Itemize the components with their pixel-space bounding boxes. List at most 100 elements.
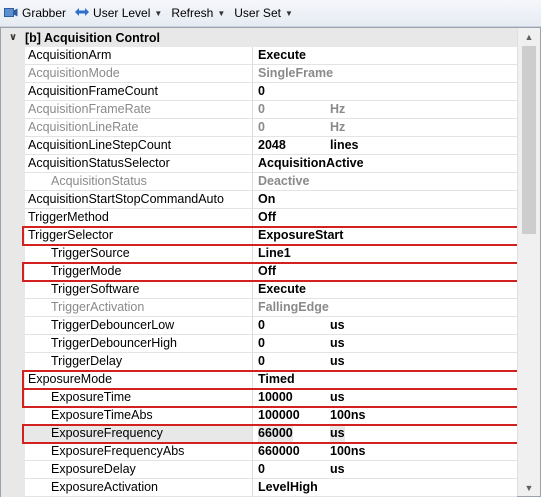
row-acquisition-frame-count[interactable]: AcquisitionFrameCount 0 [25, 83, 517, 101]
row-exposure-time-abs[interactable]: ExposureTimeAbs 100000 100ns [25, 407, 517, 425]
property-value: SingleFrame [258, 66, 334, 80]
property-value[interactable]: Execute [258, 47, 306, 64]
property-value: FallingEdge [258, 300, 329, 314]
property-value[interactable]: 0 [258, 317, 265, 334]
property-name: ExposureActivation [25, 479, 253, 496]
row-acquisition-mode[interactable]: AcquisitionMode SingleFrame [25, 65, 517, 83]
row-trigger-mode[interactable]: TriggerMode Off [25, 263, 517, 281]
row-acquisition-arm[interactable]: AcquisitionArm Execute [25, 47, 517, 65]
property-name: TriggerDebouncerHigh [25, 335, 253, 352]
refresh-menu[interactable]: Refresh ▼ [171, 6, 225, 20]
row-exposure-mode[interactable]: ExposureMode Timed [25, 371, 517, 389]
user-level-label: User Level [93, 6, 151, 20]
row-acquisition-frame-rate[interactable]: AcquisitionFrameRate 0 Hz [25, 101, 517, 119]
property-value[interactable]: On [258, 191, 275, 208]
scroll-thumb[interactable] [522, 46, 536, 234]
property-name: AcquisitionMode [25, 65, 253, 82]
scroll-up-icon[interactable]: ▲ [518, 28, 540, 45]
property-value[interactable]: LevelHigh [258, 479, 318, 496]
row-trigger-delay[interactable]: TriggerDelay 0 us [25, 353, 517, 371]
category-acquisition-control[interactable]: ∨ [b] Acquisition Control [1, 28, 517, 47]
row-trigger-activation[interactable]: TriggerActivation FallingEdge [25, 299, 517, 317]
property-value[interactable]: 10000 [258, 389, 293, 406]
indent-gutter [1, 47, 25, 497]
grabber-label: Grabber [22, 6, 67, 20]
property-name: AcquisitionFrameCount [25, 83, 253, 100]
property-value[interactable]: 66000 [258, 425, 293, 442]
collapse-toggle-icon[interactable]: ∨ [1, 32, 25, 43]
property-unit: us [330, 425, 345, 442]
category-title: [b] Acquisition Control [25, 30, 160, 45]
property-name: TriggerMethod [25, 209, 253, 226]
toolbar: Grabber User Level ▼ Refresh ▼ User Set … [0, 0, 541, 27]
property-name: TriggerDelay [25, 353, 253, 370]
property-value[interactable]: 0 [258, 83, 265, 100]
user-level-menu[interactable]: User Level ▼ [75, 6, 162, 20]
row-trigger-debouncer-high[interactable]: TriggerDebouncerHigh 0 us [25, 335, 517, 353]
property-unit: us [330, 318, 345, 332]
property-name: TriggerMode [25, 263, 253, 280]
property-grid: ∨ [b] Acquisition Control AcquisitionArm… [0, 27, 541, 497]
property-name: TriggerSource [25, 245, 253, 262]
row-exposure-frequency-abs[interactable]: ExposureFrequencyAbs 660000 100ns [25, 443, 517, 461]
property-value[interactable]: Execute [258, 281, 306, 298]
row-exposure-time[interactable]: ExposureTime 10000 us [25, 389, 517, 407]
property-value[interactable]: 2048 [258, 137, 286, 154]
property-value[interactable]: Line1 [258, 245, 291, 262]
row-acquisition-line-step-count[interactable]: AcquisitionLineStepCount 2048 lines [25, 137, 517, 155]
property-name: AcquisitionStatus [25, 173, 253, 190]
property-unit: us [330, 390, 345, 404]
user-set-menu[interactable]: User Set ▼ [234, 6, 293, 20]
chevron-down-icon: ▼ [154, 8, 163, 18]
property-name: AcquisitionStatusSelector [25, 155, 253, 172]
row-trigger-debouncer-low[interactable]: TriggerDebouncerLow 0 us [25, 317, 517, 335]
row-trigger-software[interactable]: TriggerSoftware Execute [25, 281, 517, 299]
vertical-scrollbar[interactable]: ▲ ▼ [517, 28, 540, 496]
user-level-icon [75, 6, 90, 20]
property-value[interactable]: AcquisitionActive [258, 155, 364, 172]
row-exposure-delay[interactable]: ExposureDelay 0 us [25, 461, 517, 479]
row-exposure-activation[interactable]: ExposureActivation LevelHigh [25, 479, 517, 497]
property-value: 0 [258, 120, 265, 134]
property-name: TriggerSelector [25, 227, 253, 244]
property-rows: AcquisitionArm Execute AcquisitionMode S… [25, 47, 517, 497]
property-value[interactable]: ExposureStart [258, 227, 343, 244]
property-unit: us [330, 462, 345, 476]
property-value[interactable]: 0 [258, 461, 265, 478]
row-trigger-selector[interactable]: TriggerSelector ExposureStart [25, 227, 517, 245]
row-acquisition-status-selector[interactable]: AcquisitionStatusSelector AcquisitionAct… [25, 155, 517, 173]
property-value[interactable]: 100000 [258, 407, 300, 424]
property-value: Deactive [258, 174, 310, 188]
property-name: TriggerDebouncerLow [25, 317, 253, 334]
user-set-label: User Set [234, 6, 281, 20]
property-name: AcquisitionLineRate [25, 119, 253, 136]
property-value[interactable]: Timed [258, 371, 295, 388]
property-name: ExposureMode [25, 371, 253, 388]
property-unit: Hz [330, 120, 346, 134]
property-value[interactable]: 0 [258, 335, 265, 352]
property-unit: us [330, 336, 345, 350]
grabber-icon [4, 6, 18, 21]
row-trigger-source[interactable]: TriggerSource Line1 [25, 245, 517, 263]
property-value[interactable]: 660000 [258, 443, 300, 460]
property-value[interactable]: 0 [258, 353, 265, 370]
chevron-down-icon: ▼ [284, 8, 293, 18]
row-exposure-frequency[interactable]: ExposureFrequency 66000 us [25, 425, 517, 443]
row-trigger-method[interactable]: TriggerMethod Off [25, 209, 517, 227]
property-name: TriggerSoftware [25, 281, 253, 298]
row-acquisition-start-stop-command-auto[interactable]: AcquisitionStartStopCommandAuto On [25, 191, 517, 209]
property-name: AcquisitionArm [25, 47, 253, 64]
row-acquisition-line-rate[interactable]: AcquisitionLineRate 0 Hz [25, 119, 517, 137]
row-acquisition-status[interactable]: AcquisitionStatus Deactive [25, 173, 517, 191]
property-value[interactable]: Off [258, 263, 276, 280]
property-name: ExposureDelay [25, 461, 253, 478]
property-name: AcquisitionFrameRate [25, 101, 253, 118]
property-name: TriggerActivation [25, 299, 253, 316]
property-value[interactable]: Off [258, 209, 276, 226]
scroll-down-icon[interactable]: ▼ [518, 479, 540, 496]
grabber-menu[interactable]: Grabber [4, 6, 66, 21]
property-name: ExposureTimeAbs [25, 407, 253, 424]
property-name: ExposureTime [25, 389, 253, 406]
property-unit: Hz [330, 102, 346, 116]
property-name: AcquisitionLineStepCount [25, 137, 253, 154]
